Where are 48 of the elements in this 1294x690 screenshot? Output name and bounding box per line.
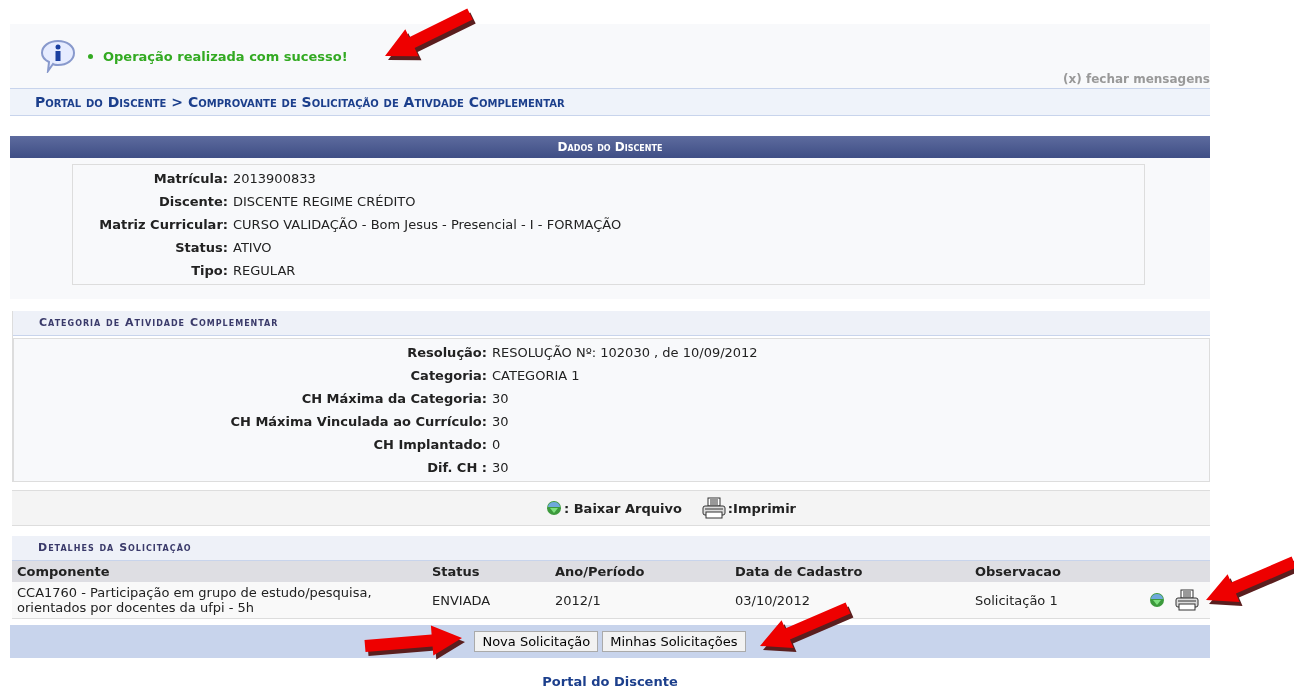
download-icon[interactable]: [1149, 592, 1165, 608]
table-cell: 2012/1: [550, 582, 730, 619]
section-subheader: Detalhes da Solicitação: [12, 536, 1210, 561]
field-value: 0: [492, 437, 502, 452]
field-value: CATEGORIA 1: [492, 368, 581, 383]
field-label: Categoria:: [409, 368, 487, 383]
table-cell: Solicitação 1: [970, 582, 1140, 619]
bullet-icon: [88, 53, 93, 59]
field-value: 30: [492, 460, 510, 475]
info-icon: [40, 39, 76, 73]
printer-icon[interactable]: [701, 497, 726, 519]
column-header: Status: [427, 561, 550, 582]
action-button[interactable]: Nova Solicitação: [474, 631, 599, 652]
column-header: Data de Cadastro: [730, 561, 970, 582]
field-label: Matrícula:: [152, 171, 228, 186]
field-value: 2013900833: [233, 171, 317, 186]
printer-icon[interactable]: [1175, 589, 1199, 611]
download-icon[interactable]: [546, 500, 562, 516]
footer-link[interactable]: Portal do Discente: [542, 674, 678, 689]
field-value: REGULAR: [233, 263, 297, 278]
column-header: Observacao: [970, 561, 1140, 582]
field-label: Dif. CH :: [426, 460, 487, 475]
field-label: Matriz Curricular:: [98, 217, 228, 232]
column-header: Componente: [12, 561, 427, 582]
field-label: CH Máxima Vinculada ao Currículo:: [229, 414, 487, 429]
legend-label: :Imprimir: [727, 500, 796, 516]
field-value: ATIVO: [233, 240, 273, 255]
column-header: Ano/Período: [550, 561, 730, 582]
section-header: Dados do Discente: [10, 136, 1210, 158]
legend-label: : Baixar Arquivo: [564, 500, 682, 516]
field-label: CH Máxima da Categoria:: [300, 391, 487, 406]
table-cell: ENVIADA: [427, 582, 550, 619]
breadcrumb: Portal do Discente > Comprovante de Solicitação de Ativdade Complementar: [35, 94, 565, 110]
field-label: Tipo:: [190, 263, 228, 278]
field-value: RESOLUÇÃO Nº: 102030 , de 10/09/2012: [492, 345, 759, 360]
field-value: CURSO VALIDAÇÃO - Bom Jesus - Presencial - I - FORMAÇÃO: [233, 217, 623, 232]
section-subheader: Categoria de Atividade Complementar: [13, 311, 1210, 336]
field-label: Discente:: [158, 194, 228, 209]
table-cell: CCA1760 - Participação em grupo de estudo/pesquisa, orientados por docentes da ufpi - 5h: [12, 582, 427, 619]
field-value: DISCENTE REGIME CRÉDITO: [233, 194, 417, 209]
field-value: 30: [492, 391, 510, 406]
action-button[interactable]: Minhas Solicitações: [602, 631, 746, 652]
success-message: Operação realizada com sucesso!: [103, 48, 348, 64]
field-label: Resolução:: [406, 345, 487, 360]
field-label: CH Implantado:: [372, 437, 487, 452]
field-value: 30: [492, 414, 510, 429]
table-cell: 03/10/2012: [730, 582, 970, 619]
field-label: Status:: [174, 240, 228, 255]
